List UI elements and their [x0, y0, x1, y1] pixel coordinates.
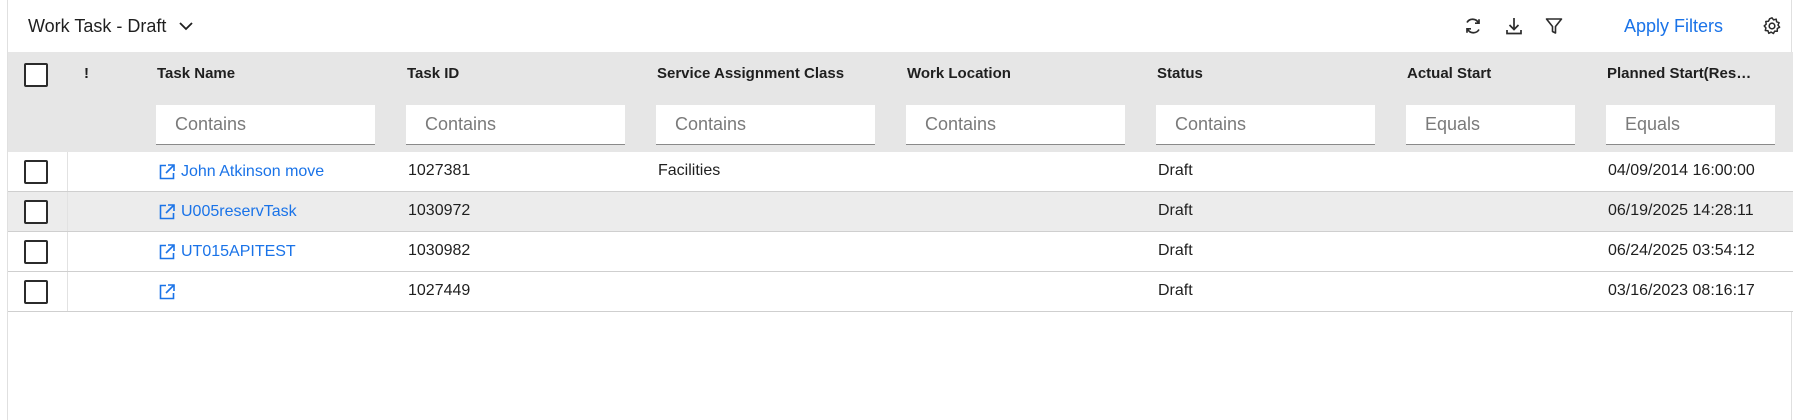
filter-icon[interactable]	[1541, 13, 1567, 39]
table-row[interactable]: UT015APITEST 1030982 Draft 06/24/2025 03…	[8, 232, 1793, 272]
service-assignment-class-filter-input[interactable]	[656, 105, 875, 145]
task-id-cell: 1030982	[408, 242, 471, 259]
row-divider	[67, 272, 68, 311]
column-header-planned-start[interactable]: Planned Start(Res…	[1607, 65, 1787, 85]
external-link-icon	[159, 284, 175, 300]
column-header-priority[interactable]: !	[84, 65, 89, 85]
row-divider	[67, 152, 68, 191]
row-divider	[67, 232, 68, 271]
download-icon[interactable]	[1501, 13, 1527, 39]
column-header-task-id[interactable]: Task ID	[407, 65, 637, 85]
status-filter-input[interactable]	[1156, 105, 1375, 145]
task-name-link[interactable]	[158, 281, 181, 303]
actual-start-filter-input[interactable]	[1406, 105, 1575, 145]
gear-icon[interactable]	[1759, 13, 1785, 39]
planned-start-cell: 06/19/2025 14:28:11	[1608, 202, 1754, 219]
planned-start-cell: 04/09/2014 16:00:00	[1608, 162, 1755, 179]
row-checkbox[interactable]	[24, 160, 48, 184]
task-id-filter-input[interactable]	[406, 105, 625, 145]
external-link-icon	[159, 244, 175, 260]
chevron-down-icon	[176, 16, 196, 36]
planned-start-filter-input[interactable]	[1606, 105, 1775, 145]
task-id-cell: 1027381	[408, 162, 471, 179]
work-location-filter-input[interactable]	[906, 105, 1125, 145]
select-all-checkbox[interactable]	[24, 63, 48, 87]
refresh-icon[interactable]	[1460, 13, 1486, 39]
view-selector[interactable]: Work Task - Draft	[28, 14, 196, 38]
apply-filters-button[interactable]: Apply Filters	[1624, 13, 1723, 39]
page-margin	[1793, 0, 1812, 420]
task-name-text: U005reservTask	[181, 203, 297, 220]
column-header-status[interactable]: Status	[1157, 65, 1387, 85]
column-header-service-assignment-class[interactable]: Service Assignment Class	[657, 65, 887, 85]
row-checkbox[interactable]	[24, 240, 48, 264]
column-header-task-name[interactable]: Task Name	[157, 65, 387, 85]
work-task-grid-panel: Work Task - Draft Apply Filters ! Task N…	[7, 0, 1793, 420]
table-row[interactable]: John Atkinson move 1027381 Facilities Dr…	[8, 152, 1793, 192]
view-title: Work Task - Draft	[28, 15, 167, 36]
column-header-work-location[interactable]: Work Location	[907, 65, 1137, 85]
status-cell: Draft	[1158, 202, 1193, 219]
task-name-filter-input[interactable]	[156, 105, 375, 145]
task-id-cell: 1027449	[408, 282, 471, 299]
task-id-cell: 1030972	[408, 202, 471, 219]
service-assignment-class-cell: Facilities	[658, 162, 721, 179]
task-name-link[interactable]: U005reservTask	[158, 201, 297, 223]
task-name-text: UT015APITEST	[181, 243, 296, 260]
task-name-link[interactable]: UT015APITEST	[158, 241, 296, 263]
status-cell: Draft	[1158, 282, 1193, 299]
column-header-actual-start[interactable]: Actual Start	[1407, 65, 1587, 85]
status-cell: Draft	[1158, 162, 1193, 179]
table-row[interactable]: 1027449 Draft 03/16/2023 08:16:17	[8, 272, 1793, 312]
external-link-icon	[159, 164, 175, 180]
row-checkbox[interactable]	[24, 200, 48, 224]
status-cell: Draft	[1158, 242, 1193, 259]
planned-start-cell: 03/16/2023 08:16:17	[1608, 282, 1755, 299]
grid-toolbar: Work Task - Draft Apply Filters	[8, 0, 1793, 52]
grid-header: ! Task Name Task ID Service Assignment C…	[8, 52, 1793, 152]
row-divider	[67, 192, 68, 231]
table-row[interactable]: U005reservTask 1030972 Draft 06/19/2025 …	[8, 192, 1793, 232]
task-name-link[interactable]: John Atkinson move	[158, 161, 324, 183]
row-checkbox[interactable]	[24, 280, 48, 304]
external-link-icon	[159, 204, 175, 220]
task-name-text: John Atkinson move	[181, 163, 325, 180]
planned-start-cell: 06/24/2025 03:54:12	[1608, 242, 1755, 259]
